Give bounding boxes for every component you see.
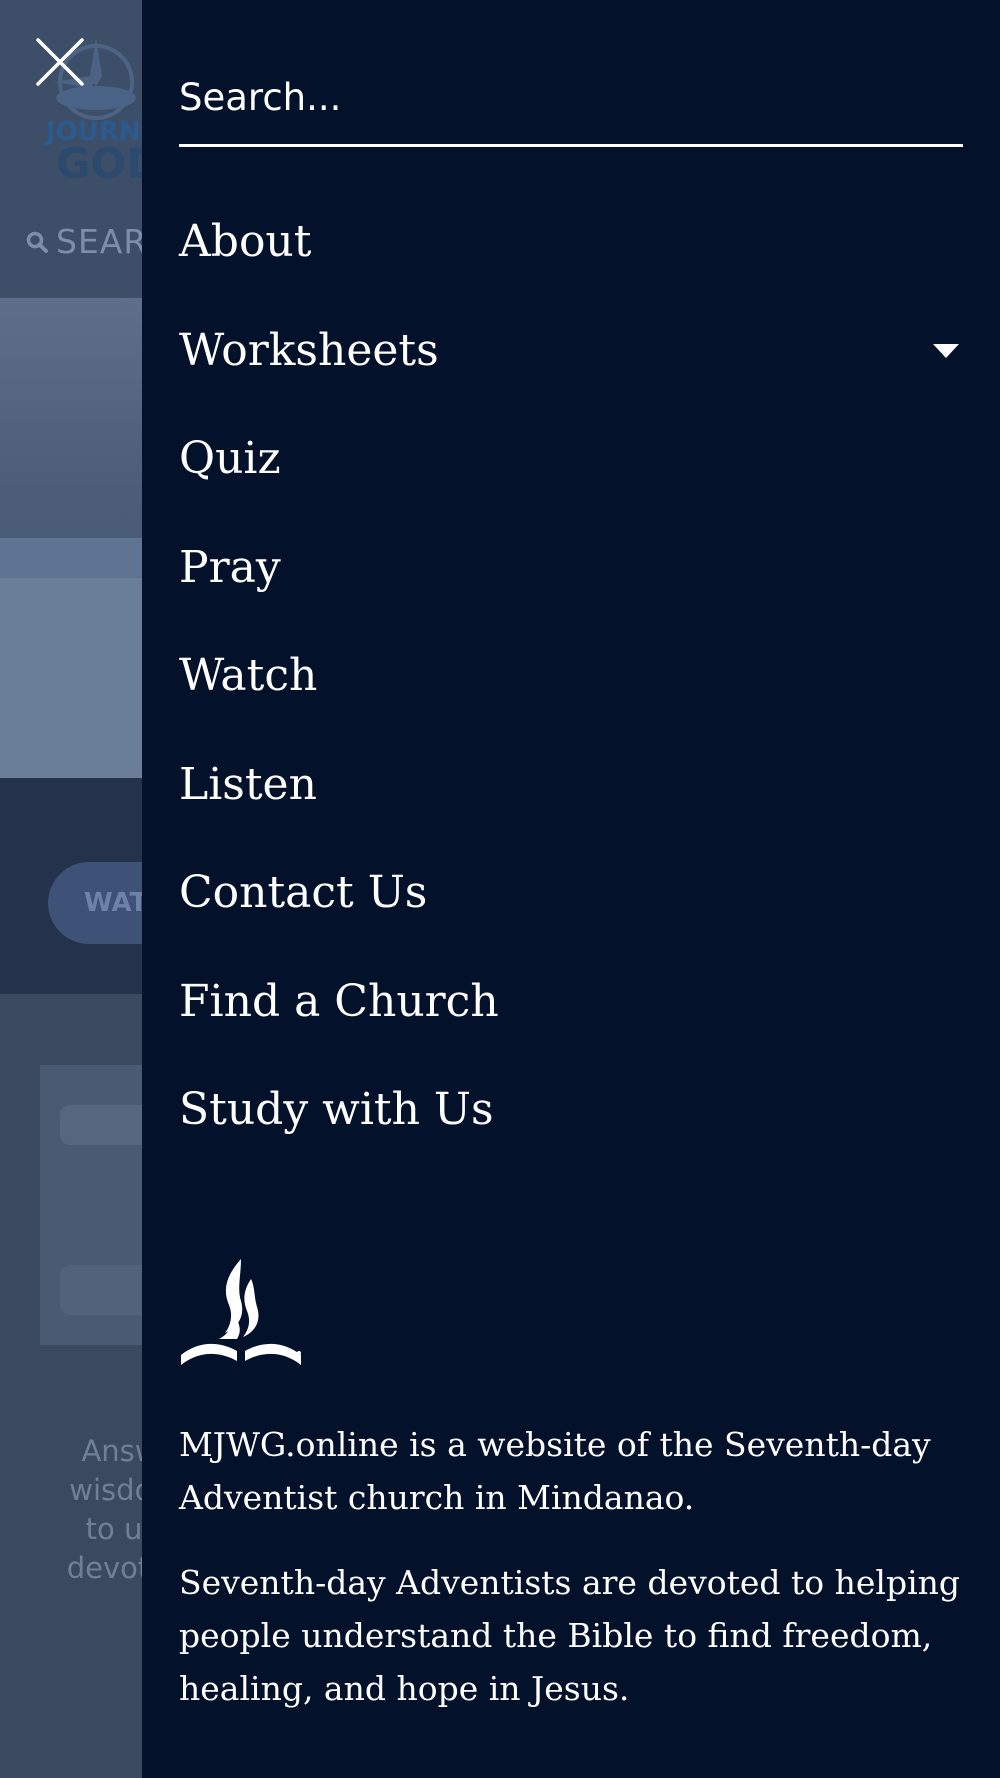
nav-menu: About Worksheets Quiz Pray Watch Listen … bbox=[179, 188, 963, 1165]
search-field bbox=[179, 62, 963, 147]
menu-item-label: Pray bbox=[179, 541, 281, 593]
menu-item-label: Study with Us bbox=[179, 1084, 494, 1136]
search-icon bbox=[26, 231, 48, 253]
about-paragraph: Seventh-day Adventists are devoted to he… bbox=[179, 1563, 961, 1708]
menu-item-about[interactable]: About bbox=[179, 188, 963, 297]
about-text: MJWG.online is a website of the Seventh-… bbox=[179, 1418, 963, 1747]
about-paragraph: MJWG.online is a website of the Seventh-… bbox=[179, 1425, 931, 1517]
background-search-link: SEAR bbox=[26, 222, 147, 261]
background-search-label: SEAR bbox=[56, 222, 148, 261]
menu-item-worksheets[interactable]: Worksheets bbox=[179, 297, 963, 406]
navigation-drawer: About Worksheets Quiz Pray Watch Listen … bbox=[142, 0, 1000, 1778]
menu-item-contact-us[interactable]: Contact Us bbox=[179, 839, 963, 948]
menu-item-label: Quiz bbox=[179, 433, 281, 485]
menu-item-label: Listen bbox=[179, 758, 317, 810]
close-icon bbox=[36, 38, 84, 86]
menu-item-study-with-us[interactable]: Study with Us bbox=[179, 1056, 963, 1165]
menu-item-label: About bbox=[179, 216, 312, 268]
close-menu-button[interactable] bbox=[34, 36, 86, 88]
seventh-day-adventist-logo-icon bbox=[181, 1259, 301, 1365]
menu-item-find-a-church[interactable]: Find a Church bbox=[179, 948, 963, 1057]
search-input[interactable] bbox=[179, 62, 963, 132]
menu-item-watch[interactable]: Watch bbox=[179, 622, 963, 731]
menu-item-label: Watch bbox=[179, 650, 318, 702]
menu-item-listen[interactable]: Listen bbox=[179, 731, 963, 840]
menu-item-quiz[interactable]: Quiz bbox=[179, 405, 963, 514]
menu-item-label: Worksheets bbox=[179, 324, 439, 376]
caret-down-icon[interactable] bbox=[933, 343, 959, 358]
menu-item-pray[interactable]: Pray bbox=[179, 514, 963, 623]
menu-item-label: Contact Us bbox=[179, 867, 428, 919]
menu-item-label: Find a Church bbox=[179, 975, 499, 1027]
